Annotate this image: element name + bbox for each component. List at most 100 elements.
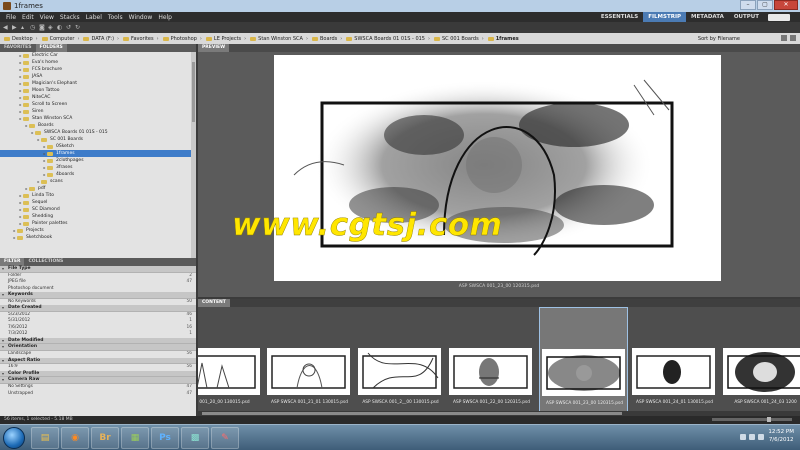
list-view-icon[interactable] — [790, 35, 796, 41]
files-taskbar-icon[interactable]: ▦ — [121, 427, 149, 449]
menu-file[interactable]: File — [6, 14, 16, 21]
minimize-button[interactable]: – — [740, 0, 756, 10]
folder-item[interactable]: ▸ Boards — [0, 122, 196, 129]
tab-preview[interactable]: PREVIEW — [198, 44, 230, 52]
breadcrumb-item[interactable]: Favorites › — [123, 36, 159, 42]
workspace-metadata[interactable]: METADATA — [686, 12, 729, 22]
sort-dropdown[interactable]: Sort by Filename — [698, 36, 740, 42]
menu-edit[interactable]: Edit — [22, 14, 34, 21]
tab-folders[interactable]: FOLDERS — [35, 44, 67, 52]
menu-view[interactable]: View — [40, 14, 54, 21]
rotate-left-icon[interactable]: ↺ — [66, 24, 72, 31]
thumbnail-item[interactable]: ASP SWSCA 001_23_00 120315.psd — [539, 307, 628, 416]
menu-help[interactable]: Help — [158, 14, 172, 21]
scrollbar-thumb[interactable] — [192, 62, 195, 122]
photoshop-taskbar-icon[interactable]: Ps — [151, 427, 179, 449]
preview-image[interactable] — [274, 55, 721, 281]
breadcrumb-item[interactable]: 1frames — [487, 36, 519, 42]
forward-icon[interactable]: ▶ — [12, 24, 18, 31]
filter-section-heading[interactable]: Date Created — [0, 305, 196, 312]
folder-item[interactable]: ▸ pdf — [0, 185, 196, 192]
tab-favorites[interactable]: FAVORITES — [0, 44, 36, 52]
folder-item[interactable]: ▸ JASA — [0, 73, 196, 80]
grid-view-icon[interactable] — [781, 35, 787, 41]
scrollbar-thumb[interactable] — [202, 412, 622, 415]
folder-item[interactable]: ▸ 2clothpages — [0, 157, 196, 164]
folder-item[interactable]: ▸ 1frames — [0, 150, 196, 157]
rotate-right-icon[interactable]: ↻ — [75, 24, 81, 31]
thumbnail-size-slider[interactable] — [712, 417, 792, 422]
tab-collections[interactable]: COLLECTIONS — [24, 258, 67, 266]
thumbnail-item[interactable]: SCA 001_20_00 130015.psd — [198, 307, 264, 416]
folder-item[interactable]: ▸ Siren — [0, 108, 196, 115]
filter-section-heading[interactable]: Keywords — [0, 291, 196, 299]
workspace-essentials[interactable]: ESSENTIALS — [596, 12, 643, 22]
bridge-taskbar-icon[interactable]: Br — [91, 427, 119, 449]
settings-taskbar-icon[interactable]: ✎ — [211, 427, 239, 449]
explorer-taskbar-icon[interactable]: ▤ — [31, 427, 59, 449]
breadcrumb-item[interactable]: Stan Winston SCA › — [250, 36, 308, 42]
open-in-camera-raw-icon[interactable]: ◐ — [57, 24, 63, 31]
volume-icon[interactable] — [758, 434, 764, 440]
folder-item[interactable]: ▸ scans — [0, 178, 196, 185]
breadcrumb-item[interactable]: Desktop › — [4, 36, 38, 42]
menu-window[interactable]: Window — [129, 14, 153, 21]
filter-section-heading[interactable]: File Type — [0, 266, 196, 273]
folder-item[interactable]: ▸ SWSCA Boards 01 01S - 015 — [0, 129, 196, 136]
slider-knob[interactable] — [767, 417, 771, 422]
thumbnail-item[interactable]: ASP SWSCA 001_21_01 130015.psd — [265, 307, 354, 416]
maximize-button[interactable]: ▢ — [757, 0, 773, 10]
folder-item[interactable]: ▸ Eva's home — [0, 59, 196, 66]
folder-item[interactable]: ▸ FCS brochure — [0, 66, 196, 73]
thumbnail-item[interactable]: ASP SWSCA 001_22_00 120315.psd — [447, 307, 536, 416]
folder-item[interactable]: ▸ 4boards — [0, 171, 196, 178]
flag-icon[interactable] — [740, 434, 746, 440]
filter-section-heading[interactable]: Camera Raw — [0, 377, 196, 385]
filter-item[interactable]: Unstrapped 47 — [0, 391, 196, 397]
firefox-taskbar-icon[interactable]: ◉ — [61, 427, 89, 449]
recent-icon[interactable]: ◷ — [30, 24, 36, 31]
breadcrumb-item[interactable]: DATA (F:) › — [83, 36, 119, 42]
folder-item[interactable]: ▸ Painter palettes — [0, 220, 196, 227]
thumbnail-item[interactable]: ASP SWSCA 001_2__00 130015.psd — [356, 307, 445, 416]
folder-up-icon[interactable]: ▴ — [21, 24, 27, 31]
folder-item[interactable]: ▸ SC Diamond — [0, 206, 196, 213]
thumbnail-item[interactable]: ASP SWSCA 001_24_01 130015.psd — [630, 307, 719, 416]
clock[interactable]: 12:52 PM 7/6/2012 — [768, 428, 794, 444]
menu-stacks[interactable]: Stacks — [60, 14, 80, 21]
folder-item[interactable]: ▸ Sketchbook — [0, 234, 196, 241]
start-button[interactable] — [3, 427, 25, 449]
folder-item[interactable]: ▸ SC 001 Boards — [0, 136, 196, 143]
menu-label[interactable]: Label — [86, 14, 102, 21]
folder-item[interactable]: ▸ NiteCAC — [0, 94, 196, 101]
folder-item[interactable]: ▸ Magician's Elephant — [0, 80, 196, 87]
tab-filter[interactable]: FILTER — [0, 258, 25, 266]
folder-item[interactable]: ▸ Stan Winston SCA — [0, 115, 196, 122]
back-icon[interactable]: ◀ — [3, 24, 9, 31]
breadcrumb-item[interactable]: SWSCA Boards 01 01S - 015 › — [346, 36, 430, 42]
folder-item[interactable]: ▸ Linda Tito — [0, 192, 196, 199]
folder-item[interactable]: ▸ Electric Car — [0, 52, 196, 59]
menu-tools[interactable]: Tools — [108, 14, 123, 21]
folder-item[interactable]: ▸ Projects — [0, 227, 196, 234]
folder-item[interactable]: ▸ Moon Tattoo — [0, 87, 196, 94]
breadcrumb-item[interactable]: Boards › — [311, 36, 342, 42]
network-taskbar-icon[interactable]: ▩ — [181, 427, 209, 449]
filter-section-heading[interactable]: Orientation — [0, 344, 196, 352]
breadcrumb-item[interactable]: SC 001 Boards › — [434, 36, 484, 42]
search-input[interactable] — [768, 13, 790, 21]
workspace-output[interactable]: OUTPUT — [729, 12, 764, 22]
folder-item[interactable]: ▸ 0Sketch — [0, 143, 196, 150]
folder-item[interactable]: ▸ Sequel — [0, 199, 196, 206]
breadcrumb-item[interactable]: LE Projects › — [205, 36, 246, 42]
close-button[interactable]: ✕ — [774, 0, 798, 10]
tab-content[interactable]: CONTENT — [198, 299, 230, 307]
thumbnail-item[interactable]: ASP SWSCA 001_24_03 1200 — [721, 307, 800, 416]
camera-icon[interactable]: ◙ — [39, 24, 45, 31]
folder-scrollbar[interactable] — [191, 52, 196, 258]
folder-item[interactable]: ▸ Scroll to Screen — [0, 101, 196, 108]
breadcrumb-item[interactable]: Photoshop › — [162, 36, 202, 42]
folder-item[interactable]: ▸ 3frases — [0, 164, 196, 171]
breadcrumb-item[interactable]: Computer › — [41, 36, 79, 42]
folder-item[interactable]: ▸ Shedding — [0, 213, 196, 220]
